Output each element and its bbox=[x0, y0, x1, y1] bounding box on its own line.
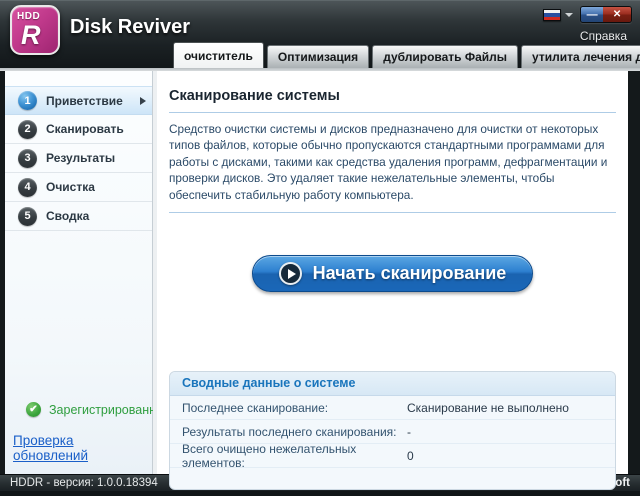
sidebar: 1 Приветствие 2 Сканировать 3 Результаты… bbox=[5, 71, 153, 474]
app-window: HDD R Disk Reviver — ✕ Справка очистител… bbox=[0, 0, 640, 496]
license-status: ✔ Зарегистрированная bbox=[26, 402, 170, 417]
start-scan-button[interactable]: Начать сканирование bbox=[252, 255, 534, 292]
table-row: Всего очищено нежелательных элементов: 0 bbox=[170, 444, 615, 468]
sidebar-item-label: Приветствие bbox=[46, 94, 123, 108]
close-button[interactable]: ✕ bbox=[603, 7, 631, 22]
row-value: Сканирование не выполнено bbox=[407, 401, 569, 415]
main-content: Сканирование системы Средство очистки си… bbox=[153, 71, 628, 474]
check-circle-icon: ✔ bbox=[26, 402, 41, 417]
sidebar-item-label: Сканировать bbox=[46, 122, 124, 136]
logo-r-glyph: R bbox=[12, 22, 58, 48]
sidebar-item-welcome[interactable]: 1 Приветствие bbox=[5, 86, 152, 115]
row-label: Всего очищено нежелательных элементов: bbox=[182, 442, 407, 470]
table-row: Последнее сканирование: Сканирование не … bbox=[170, 396, 615, 420]
table-footer-spacer bbox=[170, 468, 615, 489]
app-title: Disk Reviver bbox=[70, 16, 190, 39]
tab-cleaner[interactable]: очиститель bbox=[173, 42, 264, 68]
summary-table-title: Сводные данные о системе bbox=[170, 372, 615, 396]
sidebar-item-label: Сводка bbox=[46, 209, 89, 223]
table-row: Результаты последнего сканирования: - bbox=[170, 420, 615, 444]
active-step-arrow-icon bbox=[140, 97, 146, 105]
tab-optimization[interactable]: Оптимизация bbox=[267, 45, 369, 68]
tab-duplicate-files[interactable]: дублировать Файлы bbox=[372, 45, 518, 68]
window-controls: — ✕ bbox=[580, 6, 632, 23]
row-value: - bbox=[407, 425, 411, 439]
divider bbox=[169, 112, 616, 113]
row-value: 0 bbox=[407, 449, 414, 463]
tab-bar: очиститель Оптимизация дублировать Файлы… bbox=[173, 42, 640, 68]
sidebar-item-summary[interactable]: 5 Сводка bbox=[5, 202, 152, 231]
divider bbox=[169, 212, 616, 213]
sidebar-item-scan[interactable]: 2 Сканировать bbox=[5, 115, 152, 144]
scan-button-area: Начать сканирование bbox=[169, 255, 616, 293]
step-number-badge: 5 bbox=[18, 207, 37, 226]
app-logo-icon: HDD R bbox=[10, 5, 60, 55]
page-title: Сканирование системы bbox=[169, 88, 616, 104]
row-label: Последнее сканирование: bbox=[182, 401, 407, 415]
tab-disk-repair-utility[interactable]: утилита лечения диска bbox=[521, 45, 640, 68]
sidebar-item-label: Очистка bbox=[46, 180, 95, 194]
step-list: 1 Приветствие 2 Сканировать 3 Результаты… bbox=[5, 86, 152, 231]
language-selector[interactable] bbox=[543, 9, 573, 21]
app-body: 1 Приветствие 2 Сканировать 3 Результаты… bbox=[0, 71, 640, 474]
minimize-button[interactable]: — bbox=[581, 7, 603, 22]
step-number-badge: 2 bbox=[18, 120, 37, 139]
version-text: HDDR - версия: 1.0.0.18394 bbox=[10, 477, 158, 489]
sidebar-item-cleanup[interactable]: 4 Очистка bbox=[5, 173, 152, 202]
start-scan-label: Начать сканирование bbox=[313, 263, 507, 284]
play-icon bbox=[279, 262, 302, 285]
russian-flag-icon bbox=[543, 9, 561, 21]
system-summary-table: Сводные данные о системе Последнее скани… bbox=[169, 371, 616, 490]
step-number-badge: 4 bbox=[18, 178, 37, 197]
check-updates-link[interactable]: Проверка обновлений bbox=[13, 433, 152, 463]
help-link[interactable]: Справка bbox=[580, 29, 627, 43]
description-text: Средство очистки системы и дисков предна… bbox=[169, 121, 616, 203]
titlebar: HDD R Disk Reviver — ✕ Справка очистител… bbox=[0, 0, 640, 68]
step-number-badge: 3 bbox=[18, 149, 37, 168]
chevron-down-icon bbox=[565, 13, 573, 17]
step-number-badge: 1 bbox=[18, 91, 37, 110]
registered-label: Зарегистрированная bbox=[49, 403, 170, 417]
sidebar-item-results[interactable]: 3 Результаты bbox=[5, 144, 152, 173]
sidebar-item-label: Результаты bbox=[46, 151, 115, 165]
row-label: Результаты последнего сканирования: bbox=[182, 425, 407, 439]
